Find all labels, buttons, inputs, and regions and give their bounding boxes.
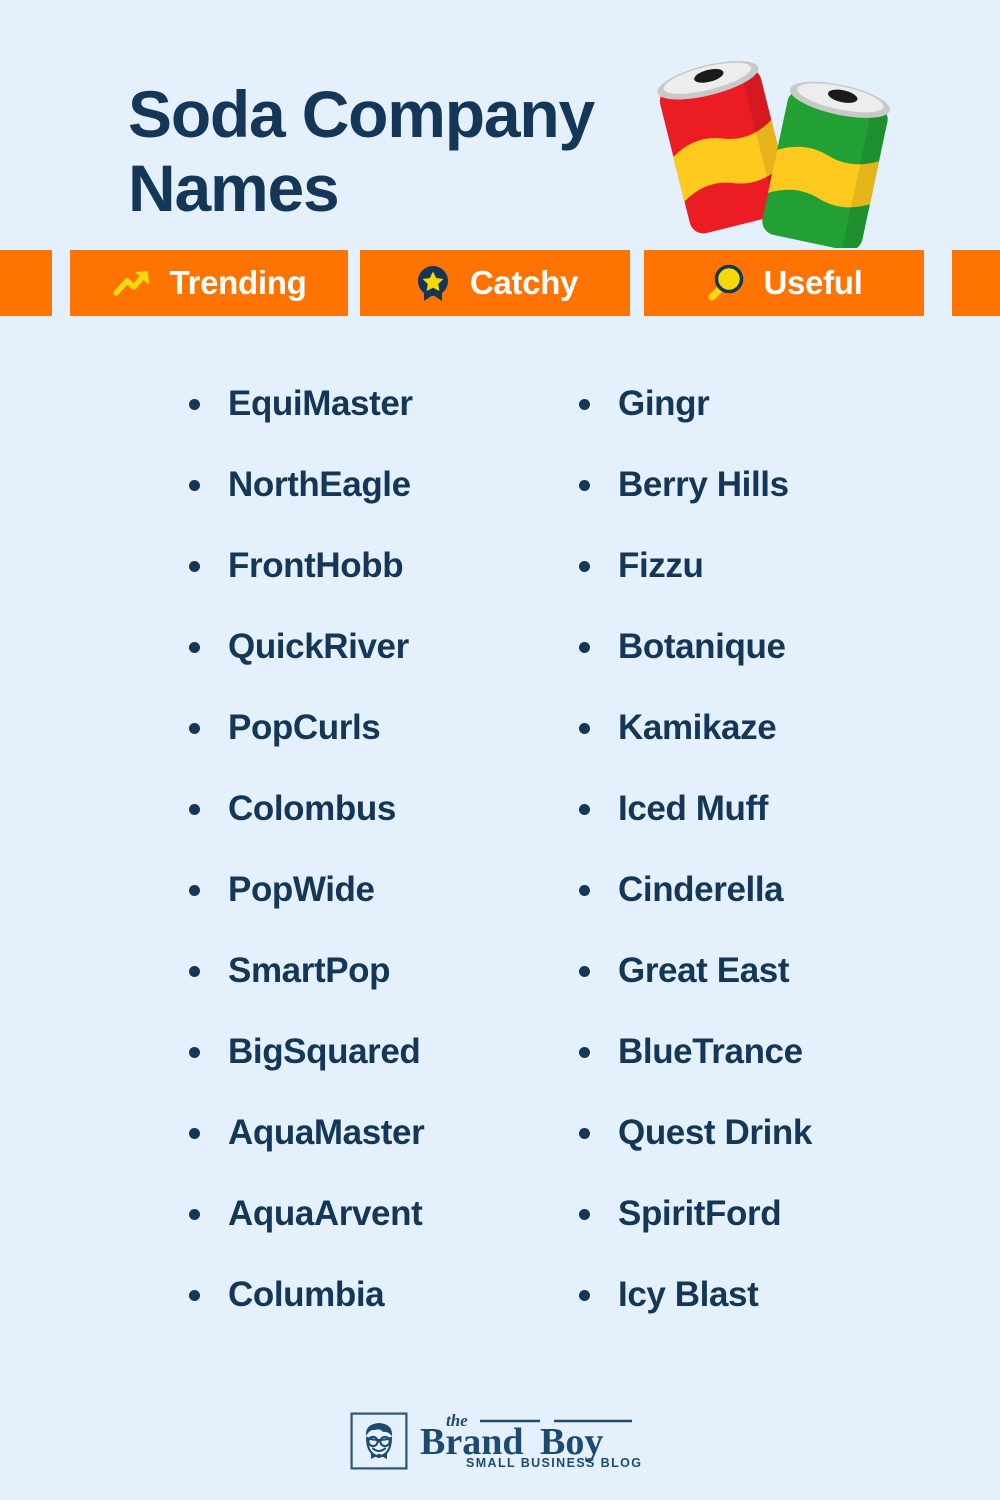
bullet-icon [579,966,590,977]
bullet-icon [579,1047,590,1058]
list-item[interactable]: PopCurls [186,706,576,787]
bullet-icon [189,1128,200,1139]
bullet-icon [579,1128,590,1139]
name-list: Gingr Berry Hills Fizzu Botanique Kamika… [576,382,966,1354]
bullet-icon [579,1290,590,1301]
badge-strip: Trending Catchy Useful [0,250,1000,318]
bullet-icon [579,1209,590,1220]
name-label: PopWide [228,870,375,909]
name-label: BigSquared [228,1032,421,1071]
list-item[interactable]: QuickRiver [186,625,576,706]
bullet-icon [579,480,590,491]
name-label: Columbia [228,1275,385,1314]
list-item[interactable]: SmartPop [186,949,576,1030]
name-column-right: Gingr Berry Hills Fizzu Botanique Kamika… [576,382,966,1354]
bullet-icon [189,966,200,977]
badge-strip-left-bleed [0,250,52,316]
list-item[interactable]: PopWide [186,868,576,949]
name-label: Great East [618,951,790,990]
list-item[interactable]: Iced Muff [576,787,966,868]
name-label: Quest Drink [618,1113,812,1152]
list-item[interactable]: Colombus [186,787,576,868]
list-item[interactable]: Botanique [576,625,966,706]
badge-useful[interactable]: Useful [644,250,924,316]
magnifying-glass-icon [708,264,744,301]
bullet-icon [189,561,200,572]
list-item[interactable]: SpiritFord [576,1192,966,1273]
list-item[interactable]: Icy Blast [576,1273,966,1354]
badge-trending[interactable]: Trending [70,250,348,316]
list-item[interactable]: NorthEagle [186,463,576,544]
name-label: FrontHobb [228,546,404,585]
trending-up-icon [112,271,149,296]
badge-strip-right-bleed [952,250,1000,316]
page-title: Soda Company Names [128,77,595,225]
name-column-left: EquiMaster NorthEagle FrontHobb QuickRiv… [186,382,576,1354]
bullet-icon [189,642,200,653]
list-item[interactable]: Kamikaze [576,706,966,787]
name-label: Berry Hills [618,465,789,504]
name-label: Kamikaze [618,708,777,747]
footer: the Brand Boy SMALL BUSINESS BLOG [0,1382,1000,1500]
list-item[interactable]: EquiMaster [186,382,576,463]
list-item[interactable]: Quest Drink [576,1111,966,1192]
name-label: SpiritFord [618,1194,782,1233]
name-label: Iced Muff [618,789,769,828]
brandboy-logo[interactable]: the Brand Boy SMALL BUSINESS BLOG [350,1410,650,1472]
name-label: SmartPop [228,951,391,990]
name-label: Gingr [618,384,710,423]
name-label: Fizzu [618,546,704,585]
badge-label: Trending [169,264,307,301]
bullet-icon [189,399,200,410]
name-label: AquaMaster [228,1113,425,1152]
name-list: EquiMaster NorthEagle FrontHobb QuickRiv… [186,382,576,1354]
name-lists: EquiMaster NorthEagle FrontHobb QuickRiv… [0,382,1000,1354]
bullet-icon [189,723,200,734]
badge-label: Useful [763,264,863,301]
list-item[interactable]: Columbia [186,1273,576,1354]
list-item[interactable]: Berry Hills [576,463,966,544]
list-item[interactable]: FrontHobb [186,544,576,625]
name-label: BlueTrance [618,1032,803,1071]
name-label: Colombus [228,789,396,828]
name-label: AquaArvent [228,1194,423,1233]
bullet-icon [579,804,590,815]
badge-catchy[interactable]: Catchy [360,250,630,316]
bullet-icon [579,399,590,410]
bullet-icon [579,885,590,896]
list-item[interactable]: BlueTrance [576,1030,966,1111]
header: Soda Company Names [0,0,1000,250]
list-item[interactable]: Fizzu [576,544,966,625]
list-item[interactable]: BigSquared [186,1030,576,1111]
award-ribbon-star-icon [417,266,448,301]
bullet-icon [189,885,200,896]
bullet-icon [579,642,590,653]
name-label: QuickRiver [228,627,409,666]
bullet-icon [189,1290,200,1301]
bullet-icon [189,1047,200,1058]
brandboy-face-icon [350,1412,408,1470]
soda-cans-illustration [657,60,890,248]
name-label: Icy Blast [618,1275,759,1314]
bullet-icon [579,723,590,734]
list-item[interactable]: AquaMaster [186,1111,576,1192]
name-label: NorthEagle [228,465,411,504]
list-item[interactable]: AquaArvent [186,1192,576,1273]
bullet-icon [189,480,200,491]
name-label: EquiMaster [228,384,413,423]
list-item[interactable]: Great East [576,949,966,1030]
brandboy-wordmark: the Brand Boy SMALL BUSINESS BLOG [420,1411,642,1470]
logo-tagline-text: SMALL BUSINESS BLOG [466,1456,642,1470]
list-item[interactable]: Gingr [576,382,966,463]
name-label: Cinderella [618,870,784,909]
name-label: PopCurls [228,708,381,747]
bullet-icon [579,561,590,572]
list-item[interactable]: Cinderella [576,868,966,949]
name-label: Botanique [618,627,786,666]
bullet-icon [189,804,200,815]
badge-label: Catchy [469,264,579,301]
bullet-icon [189,1209,200,1220]
